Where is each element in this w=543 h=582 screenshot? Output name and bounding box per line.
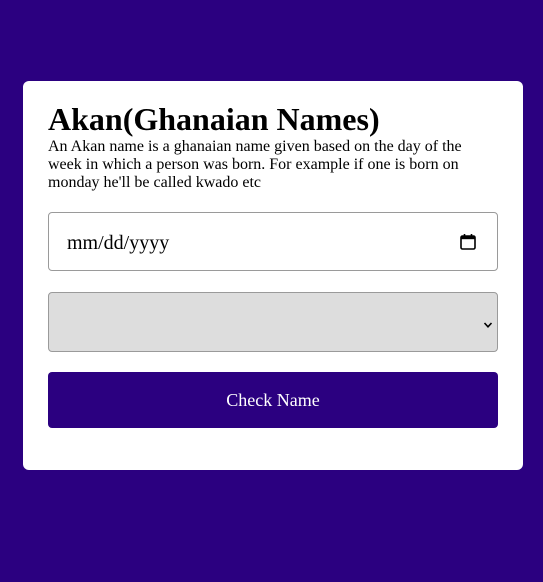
check-name-button[interactable]: Check Name <box>48 372 498 428</box>
date-placeholder: mm/dd/yyyy <box>67 232 170 254</box>
akan-name-card: Akan(Ghanaian Names) An Akan name is a g… <box>23 81 523 470</box>
page-title: Akan(Ghanaian Names) <box>48 101 380 137</box>
calendar-icon[interactable] <box>459 233 477 251</box>
page-description: An Akan name is a ghanaian name given ba… <box>48 138 462 191</box>
gender-select[interactable] <box>48 292 498 352</box>
chevron-down-icon <box>483 317 493 328</box>
birth-date-input[interactable]: mm/dd/yyyy <box>48 212 498 271</box>
